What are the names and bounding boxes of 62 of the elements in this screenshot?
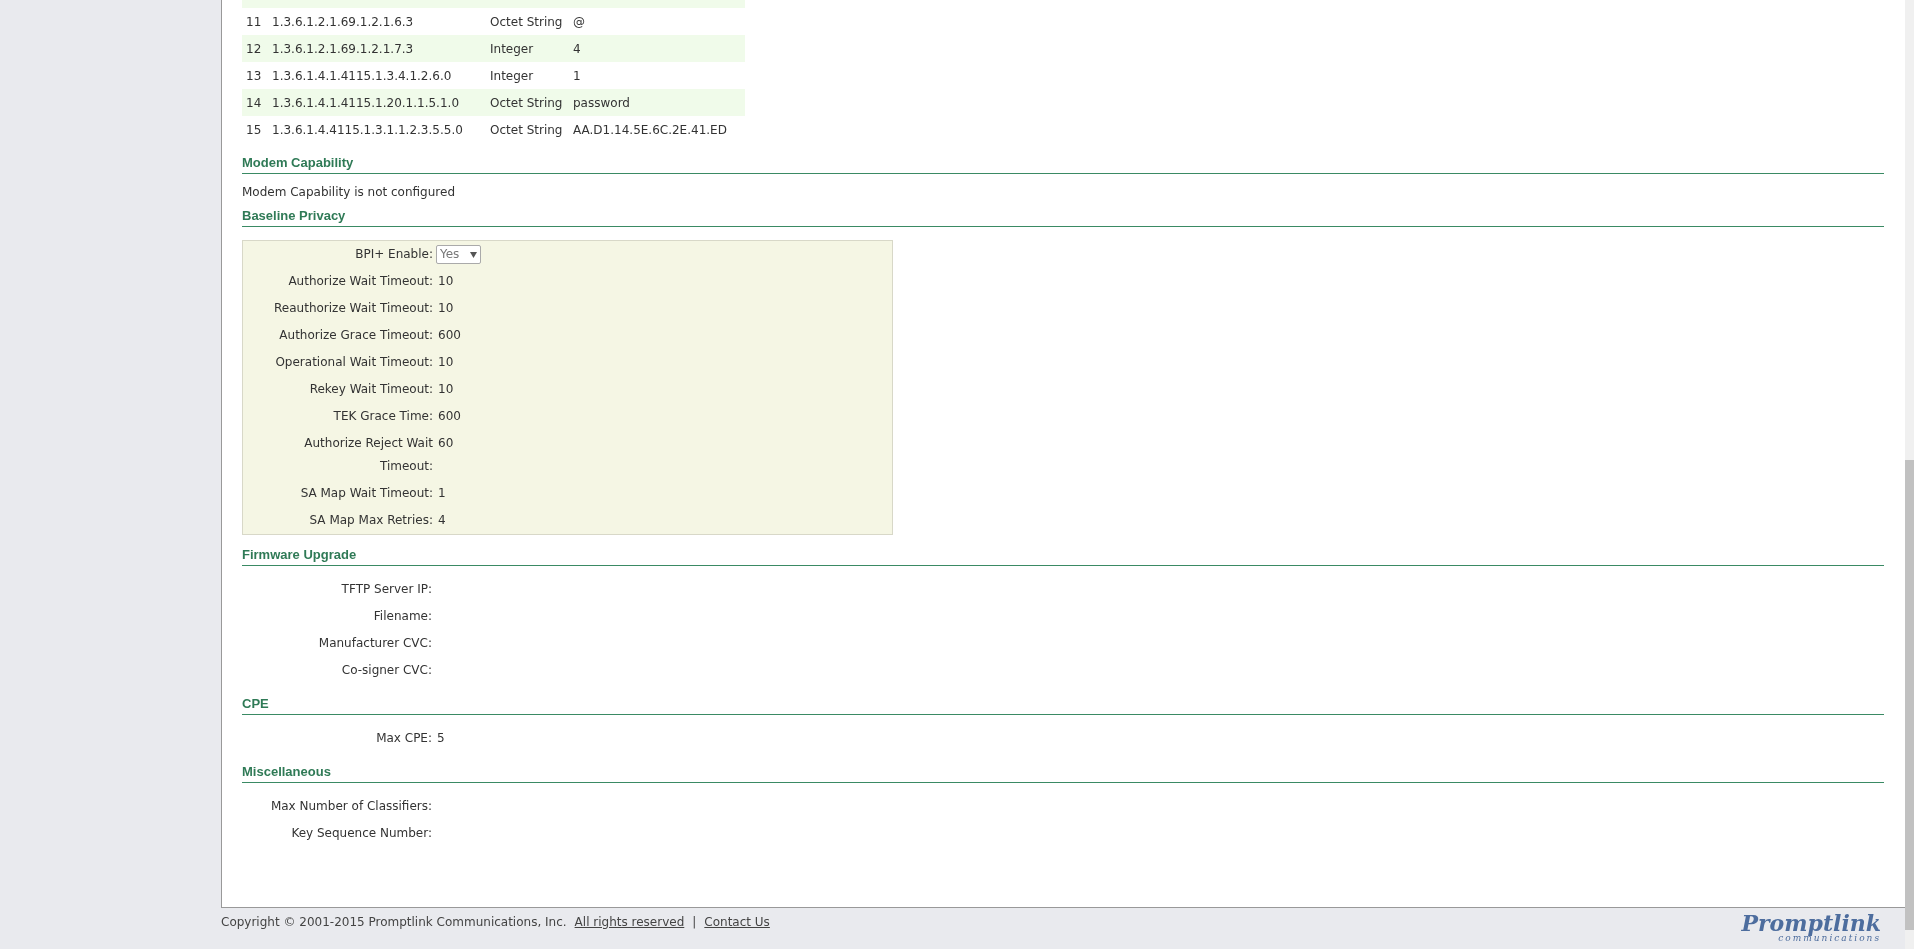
table-cell-text: Octet String [490,13,564,31]
enable-select[interactable]: Yes [436,245,481,264]
table-cell-text: 4 [573,40,581,58]
field-value: 600 [438,327,461,344]
scrollbar-thumb[interactable] [1905,460,1914,930]
scrollbar[interactable] [1905,0,1914,949]
table-cell-text: AA.D1.14.5E.6C.2E.41.ED [573,121,727,139]
field-value: 4 [438,512,446,529]
section-heading: Modem Capability [242,153,1884,174]
field-value: 10 [438,354,454,371]
table-cell-text: 15 [245,121,263,139]
field-label: Authorize Reject Wait Timeout: [303,435,433,475]
rights-link[interactable]: All rights reserved [574,913,685,931]
field-value: 5 [437,730,445,747]
company-logo: Promptlink communications [1741,912,1881,943]
section-note: Modem Capability is not configured [242,183,455,201]
table-cell-text: 1.3.6.1.4.1.4115.1.3.4.1.2.6.0 [272,67,453,85]
section-heading: CPE [242,694,1884,715]
table-cell-text: 13 [245,67,263,85]
section-heading: Miscellaneous [242,762,1884,783]
field-label: Rekey Wait Timeout: [309,381,433,398]
field-value: 10 [438,273,454,290]
table-cell-text: Integer [490,40,535,58]
table-cell-text: Octet String [490,94,564,112]
table-cell-text: 1 [573,67,581,85]
field-value: 60 [438,435,454,452]
field-label: TEK Grace Time: [333,408,433,425]
field-value: 10 [438,300,454,317]
field-label: BPI+ Enable: [355,246,433,263]
table-cell-text: 12 [245,40,263,58]
field-value: 1 [438,485,446,502]
field-label: SA Map Wait Timeout: [300,485,433,502]
table-cell-text: 11 [245,13,263,31]
section-heading: Firmware Upgrade [242,545,1884,566]
field-label: Operational Wait Timeout: [275,354,433,371]
field-label: Manufacturer CVC: [318,635,432,652]
field-label: TFTP Server IP: [341,581,432,598]
table-cell-text: Octet String [490,121,564,139]
field-label: SA Map Max Retries: [309,512,433,529]
contact-link[interactable]: Contact Us [704,913,770,931]
table-cell-text: password [573,94,630,112]
field-label: Authorize Wait Timeout: [288,273,433,290]
field-label: Filename: [373,608,432,625]
field-value: 10 [438,381,454,398]
table-cell-text: 1.3.6.1.2.1.69.1.2.1.7.3 [272,40,415,58]
field-label: Co-signer CVC: [341,662,432,679]
table-cell-text: 1.3.6.1.4.1.4115.1.20.1.1.5.1.0 [272,94,460,112]
table-cell-text: @ [573,13,585,31]
caret-icon [470,251,477,258]
separator: | [692,914,697,931]
table-cell-text: 1.3.6.1.2.1.69.1.2.1.6.3 [272,13,415,31]
field-label: Authorize Grace Timeout: [279,327,433,344]
field-label: Max Number of Classifiers: [270,798,432,815]
copyright-text: Copyright © 2001-2015 Promptlink Communications, Inc. [221,914,567,931]
field-label: Key Sequence Number: [291,825,432,842]
table-cell-text: 14 [245,94,263,112]
table-cell-text: Integer [490,67,535,85]
field-label: Reauthorize Wait Timeout: [274,300,433,317]
section-heading: Baseline Privacy [242,206,1884,227]
table-cell-text: 1.3.6.1.4.4115.1.3.1.1.2.3.5.5.0 [272,121,464,139]
field-value: 600 [438,408,461,425]
field-label: Max CPE: [376,730,432,747]
